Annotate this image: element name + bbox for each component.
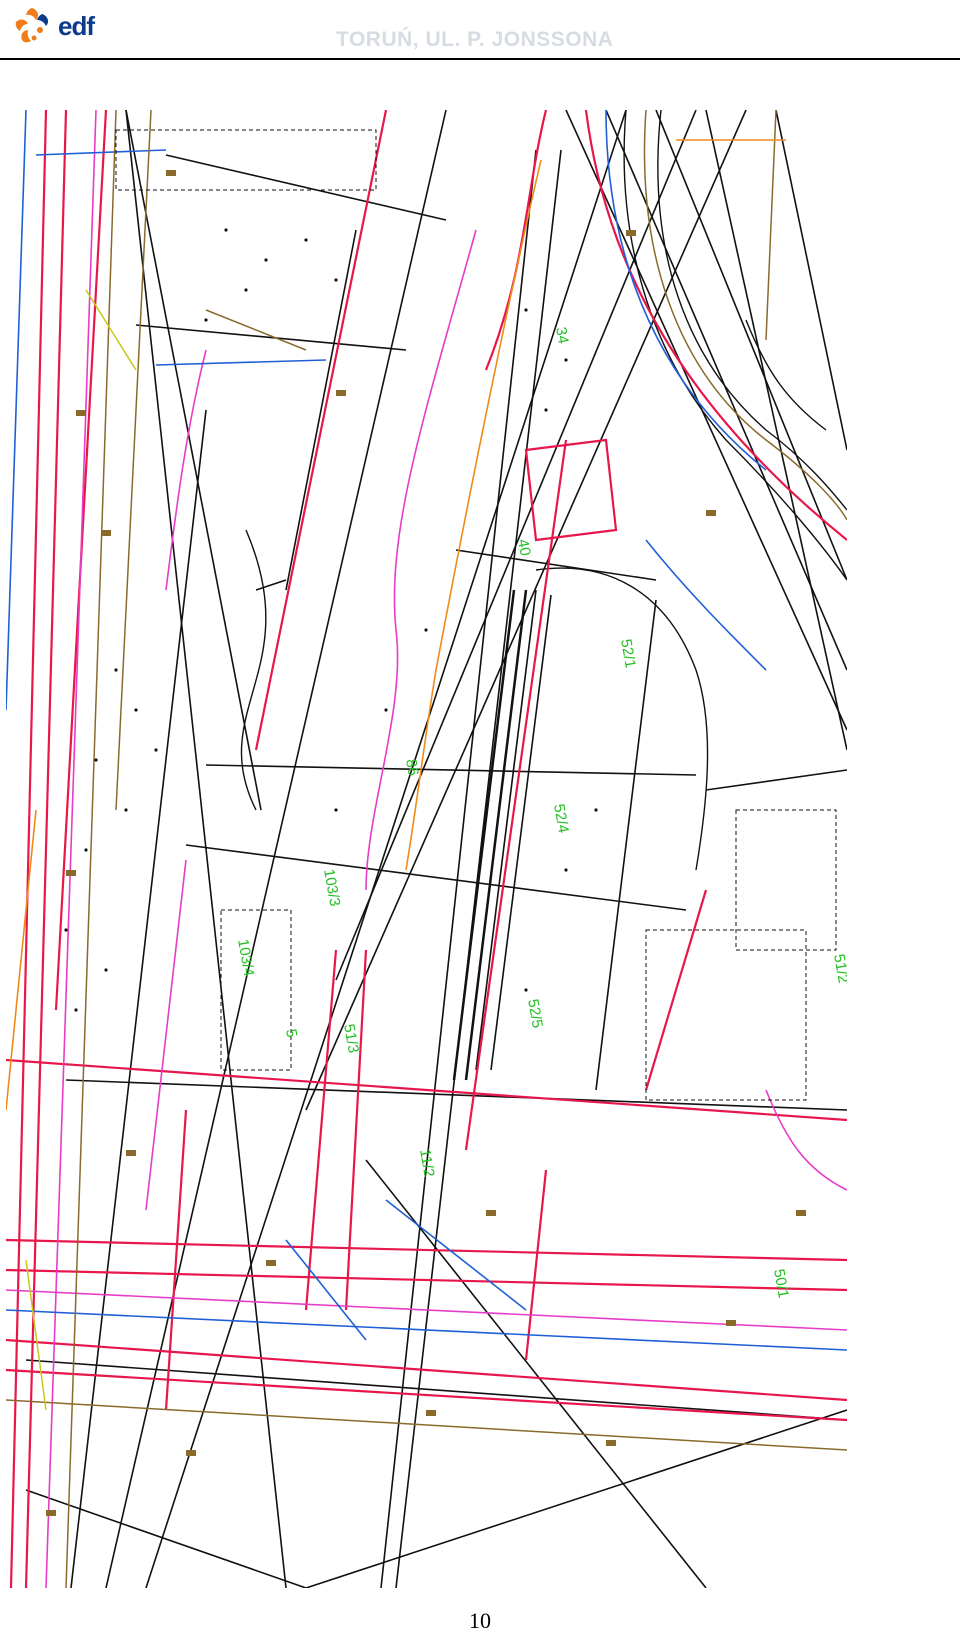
utility-map-drawing: 34 40 52/1 52/4 52/5 86 103/3 103/4 51/3… — [5, 109, 852, 1589]
document-title: TORUŃ, UL. P. JONSSONA — [336, 28, 614, 51]
parcel-label: 52/1 — [617, 638, 639, 670]
parcel-label: 50/1 — [770, 1268, 792, 1300]
cadastral-lines — [25, 109, 848, 1589]
parcel-label: 86 — [402, 758, 422, 777]
parcel-label: 34 — [552, 326, 572, 345]
utility-map: 34 40 52/1 52/4 52/5 86 103/3 103/4 51/3… — [5, 109, 852, 1589]
edf-logo-text: edf — [58, 10, 95, 41]
parcel-labels: 34 40 52/1 52/4 52/5 86 103/3 103/4 51/3… — [234, 326, 852, 1300]
parcel-label: 11/2 — [416, 1148, 438, 1179]
brown-network — [5, 109, 848, 1589]
road-edges — [240, 109, 848, 871]
red-network — [5, 109, 848, 1589]
scatter-marks — [46, 170, 806, 1516]
parcel-label: 5 — [282, 1028, 300, 1039]
edf-sun-icon — [15, 8, 49, 43]
parcel-label: 52/4 — [550, 803, 572, 835]
parcel-label: 51/3 — [340, 1023, 362, 1055]
magenta-network — [5, 109, 848, 1589]
long-structure — [452, 589, 528, 1081]
header-rule — [0, 58, 960, 60]
edf-logo: edf — [12, 6, 95, 46]
parcel-label: 52/5 — [524, 998, 546, 1030]
parcel-label: 51/2 — [830, 953, 847, 985]
parcel-label: 103/3 — [320, 868, 343, 908]
parcel-label: 40 — [514, 538, 534, 557]
page-number: 10 — [469, 1608, 491, 1633]
